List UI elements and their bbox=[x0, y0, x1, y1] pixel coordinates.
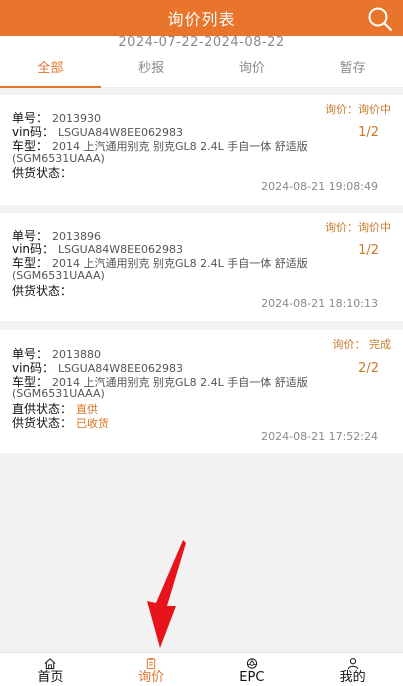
inquiry-card[interactable]: 询价：询价中 1/2 单号： 2013896 vin码： LSGUA84W8EE06… bbox=[0, 213, 403, 321]
inquiry-status: 询价：询价中 bbox=[325, 103, 391, 116]
inquiry-time: 2024-08-21 19:08:49 bbox=[261, 180, 378, 193]
nav-home[interactable]: 首页 bbox=[0, 653, 101, 686]
date-range-filter[interactable]: 2024-07-22-2024-08-22 bbox=[0, 36, 403, 52]
supply-status-label: 供货状态： bbox=[12, 284, 73, 298]
page-title: 询价列表 bbox=[167, 10, 236, 29]
nav-epc[interactable]: EPC bbox=[202, 653, 303, 686]
nav-profile[interactable]: 我的 bbox=[302, 653, 403, 686]
inquiry-time: 2024-08-21 18:10:13 bbox=[261, 297, 378, 310]
nav-epc-label: EPC bbox=[239, 670, 265, 685]
epc-icon bbox=[246, 658, 258, 669]
supply-status-label: 供货状态： bbox=[12, 166, 73, 180]
home-icon bbox=[44, 658, 56, 670]
supply-status-label: 供货状态： bbox=[12, 416, 73, 430]
tab-bar: 全部 秒报 询价 暂存 bbox=[0, 52, 403, 88]
supply-status-value: 已收货 bbox=[76, 417, 110, 430]
quote-ratio: 1/2 bbox=[358, 125, 379, 140]
tab-draft[interactable]: 暂存 bbox=[302, 52, 403, 87]
model-code: (SGM6531UAAA) bbox=[12, 269, 105, 282]
inquiry-card[interactable]: 询价： 完成 2/2 单号： 2013880 vin码： LSGUA84W8EE06… bbox=[0, 330, 403, 453]
model-code: (SGM6531UAAA) bbox=[12, 387, 105, 400]
nav-home-label: 首页 bbox=[37, 670, 64, 685]
inquiry-card[interactable]: 询价：询价中 1/2 单号： 2013930 vin码： LSGUA84W8EE06… bbox=[0, 95, 403, 205]
quote-ratio: 2/2 bbox=[358, 361, 379, 376]
quote-ratio: 1/2 bbox=[358, 243, 379, 258]
nav-inquiry[interactable]: 询价 bbox=[101, 653, 202, 686]
nav-inquiry-label: 询价 bbox=[138, 670, 165, 685]
search-icon[interactable] bbox=[367, 6, 393, 32]
model-label: 车型： bbox=[12, 139, 49, 153]
tab-all[interactable]: 全部 bbox=[0, 52, 101, 88]
model-label: 车型： bbox=[12, 256, 49, 270]
inquiry-time: 2024-08-21 17:52:24 bbox=[261, 430, 378, 443]
nav-profile-label: 我的 bbox=[339, 670, 366, 685]
inquiry-icon bbox=[146, 657, 156, 670]
tab-inquiry[interactable]: 询价 bbox=[202, 52, 303, 87]
inquiry-status: 询价： 完成 bbox=[332, 338, 392, 351]
tab-quick-quote[interactable]: 秒报 bbox=[101, 52, 202, 87]
user-icon bbox=[347, 658, 359, 670]
header-bar: 询价列表 bbox=[0, 0, 403, 36]
bottom-nav: 首页 询价 EPC 我的 bbox=[0, 652, 403, 686]
inquiry-status: 询价：询价中 bbox=[325, 221, 391, 234]
